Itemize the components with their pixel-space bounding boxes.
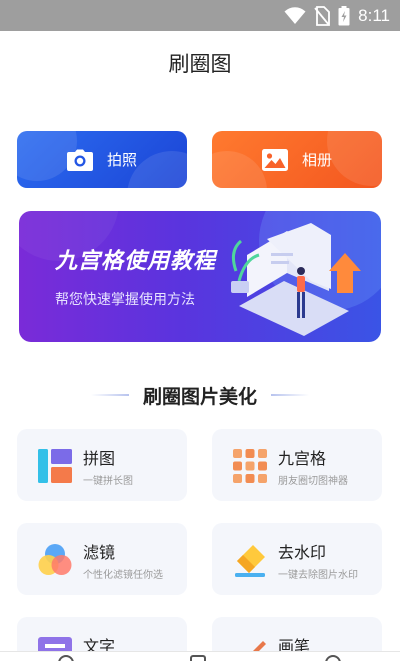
- tool-card-filter[interactable]: 滤镜 个性化滤镜任你选: [17, 523, 187, 595]
- status-time: 8:11: [358, 6, 390, 25]
- tool-subtitle: 朋友圈切图神器: [278, 476, 348, 487]
- divider: [271, 394, 309, 396]
- filter-icon: [38, 544, 72, 575]
- album-button[interactable]: 相册: [212, 131, 382, 188]
- battery-charging-icon: [338, 6, 350, 26]
- tool-card-nine-grid[interactable]: 九宫格 朋友圈切图神器: [212, 429, 382, 501]
- banner-subtitle: 帮您快速掌握使用方法: [55, 292, 195, 308]
- tool-card-watermark[interactable]: 去水印 一键去除图片水印: [212, 523, 382, 595]
- tool-title: 滤镜: [83, 543, 116, 562]
- tool-subtitle: 个性化滤镜任你选: [83, 570, 163, 581]
- tool-title: 九宫格: [278, 449, 327, 468]
- status-icons: 8:11: [284, 5, 390, 27]
- divider: [90, 394, 129, 396]
- status-bar: 8:11: [0, 0, 400, 31]
- section-heading: 刷圈图片美化: [0, 382, 400, 408]
- camera-label: 拍照: [106, 151, 137, 169]
- profile-tab-icon[interactable]: [325, 655, 341, 661]
- tutorial-banner[interactable]: 九宫格使用教程 帮您快速掌握使用方法: [19, 211, 381, 342]
- tools-tab-icon[interactable]: [190, 655, 206, 661]
- eraser-icon: [235, 545, 265, 577]
- nine-grid-icon: [233, 449, 267, 483]
- album-label: 相册: [301, 151, 332, 169]
- tool-title: 拼图: [83, 449, 116, 468]
- page-title: 刷圈图: [168, 52, 232, 76]
- section-title: 刷圈图片美化: [142, 385, 257, 408]
- bottom-nav: [0, 651, 400, 661]
- no-sim-icon: [314, 6, 331, 26]
- wifi-icon: [284, 7, 306, 24]
- collage-icon: [38, 449, 72, 483]
- tool-card-collage[interactable]: 拼图 一键拼长图: [17, 429, 187, 501]
- tool-subtitle: 一键拼长图: [83, 476, 133, 487]
- tool-title: 去水印: [278, 543, 327, 562]
- home-tab-icon[interactable]: [58, 655, 74, 661]
- tool-subtitle: 一键去除图片水印: [278, 570, 358, 581]
- banner-illustration: [19, 211, 381, 336]
- banner-title: 九宫格使用教程: [55, 249, 217, 274]
- camera-button[interactable]: 拍照: [17, 131, 187, 188]
- image-icon: [261, 148, 288, 171]
